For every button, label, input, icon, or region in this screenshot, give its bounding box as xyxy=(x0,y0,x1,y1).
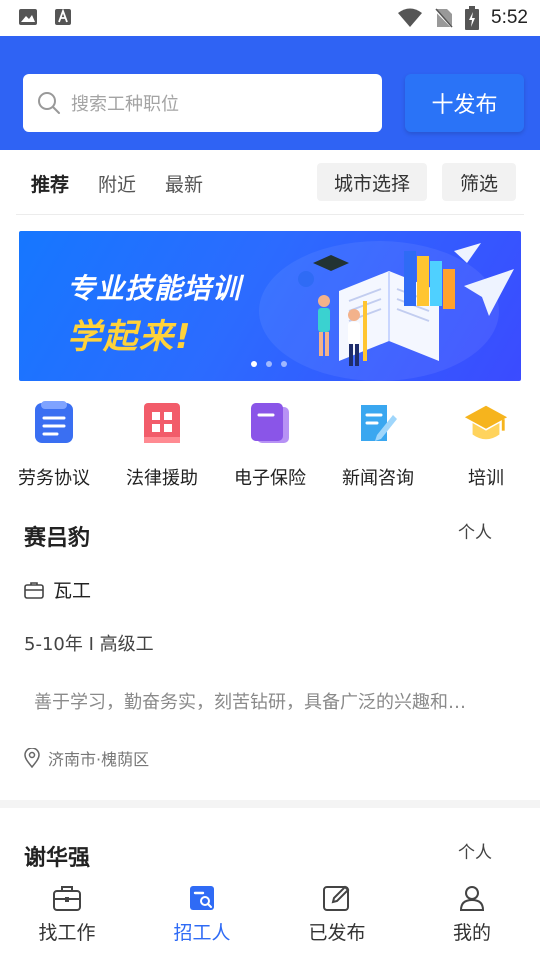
nav-find-job[interactable]: 找工作 xyxy=(17,884,117,945)
banner-slogan: 学起来! xyxy=(67,317,193,357)
profile-icon xyxy=(459,886,485,911)
quick-link-label: 培训 xyxy=(468,468,504,489)
carousel-dot[interactable] xyxy=(281,361,287,367)
quick-link-training[interactable]: 培训 xyxy=(432,400,540,490)
quick-link-label: 劳务协议 xyxy=(18,468,90,489)
quick-link-label: 法律援助 xyxy=(126,468,198,489)
worker-name: 谢华强 xyxy=(24,846,91,871)
bottom-nav: 找工作 招工人 已发布 我的 xyxy=(0,874,540,960)
city-select-button[interactable]: 城市选择 xyxy=(317,163,427,201)
carousel-dots xyxy=(251,361,287,367)
filter-button[interactable]: 筛选 xyxy=(442,163,516,201)
quick-link-label: 新闻咨询 xyxy=(342,468,414,489)
news-edit-icon xyxy=(355,400,401,446)
nav-profile[interactable]: 我的 xyxy=(422,884,522,945)
search-placeholder: 搜索工种职位 xyxy=(71,94,179,115)
nav-label: 已发布 xyxy=(308,922,366,944)
worker-type-tag: 个人 xyxy=(458,523,492,543)
briefcase-icon xyxy=(53,886,81,911)
quick-link-labor-agreement[interactable]: 劳务协议 xyxy=(0,400,108,490)
job-title: 瓦工 xyxy=(53,580,92,602)
location-row: 济南市·槐荫区 xyxy=(24,746,149,770)
battery-charging-icon xyxy=(465,6,480,30)
document-icon xyxy=(31,400,77,446)
quick-link-label: 电子保险 xyxy=(234,468,306,489)
experience-level: 5-10年 I 高级工 xyxy=(24,634,154,655)
location-pin-icon xyxy=(24,748,40,768)
nav-label: 找工作 xyxy=(38,922,96,944)
status-time: 5:52 xyxy=(491,7,528,28)
grid-icon xyxy=(139,400,185,446)
no-sim-icon xyxy=(435,8,454,29)
nav-label: 我的 xyxy=(452,922,491,944)
promo-banner[interactable]: 专业技能培训 学起来! xyxy=(19,231,521,381)
search-icon xyxy=(38,92,60,114)
card-icon xyxy=(247,400,293,446)
briefcase-icon xyxy=(24,581,44,599)
wifi-icon xyxy=(398,8,423,27)
worker-card[interactable]: 赛吕豹 个人 瓦工 5-10年 I 高级工 善于学习，勤奋务实，刻苦钻研，具备广… xyxy=(0,500,540,800)
job-row: 瓦工 xyxy=(24,576,91,603)
carousel-dot[interactable] xyxy=(251,361,257,367)
experience-row: 5-10年 I 高级工 xyxy=(24,630,154,656)
worker-location: 济南市·槐荫区 xyxy=(48,750,150,769)
worker-description: 善于学习，勤奋务实，刻苦钻研，具备广泛的兴趣和… xyxy=(34,692,466,713)
recruit-search-icon xyxy=(190,886,214,910)
tabs-divider xyxy=(16,214,524,215)
tab-recommend[interactable]: 推荐 xyxy=(31,170,69,197)
header: 搜索工种职位 十发布 xyxy=(0,36,540,150)
status-left xyxy=(18,8,72,26)
quick-link-news[interactable]: 新闻咨询 xyxy=(324,400,432,490)
banner-headline: 专业技能培训 xyxy=(67,272,242,305)
image-icon xyxy=(19,9,37,25)
worker-type-tag: 个人 xyxy=(458,843,492,863)
nav-published[interactable]: 已发布 xyxy=(287,884,387,945)
status-right: 5:52 xyxy=(397,6,528,30)
search-input[interactable]: 搜索工种职位 xyxy=(23,74,382,132)
quick-link-e-insurance[interactable]: 电子保险 xyxy=(216,400,324,490)
status-bar: 5:52 xyxy=(0,0,540,36)
nav-recruit[interactable]: 招工人 xyxy=(152,884,252,945)
tab-nearby[interactable]: 附近 xyxy=(98,170,136,197)
carousel-dot[interactable] xyxy=(266,361,272,367)
card-separator xyxy=(0,800,540,808)
worker-name: 赛吕豹 xyxy=(24,526,91,551)
graduation-cap-icon xyxy=(463,400,509,446)
a-letter-icon xyxy=(55,8,71,25)
tabs-row: 推荐 附近 最新 城市选择 筛选 xyxy=(0,150,540,214)
published-edit-icon xyxy=(323,885,350,911)
worker-card[interactable]: 谢华强 个人 xyxy=(0,820,540,874)
publish-button[interactable]: 十发布 xyxy=(405,74,524,132)
quick-link-legal-aid[interactable]: 法律援助 xyxy=(108,400,216,490)
tab-latest[interactable]: 最新 xyxy=(165,170,203,197)
nav-label: 招工人 xyxy=(173,922,231,944)
quick-links: 劳务协议 法律援助 电子保险 新闻咨询 培训 xyxy=(0,400,540,490)
